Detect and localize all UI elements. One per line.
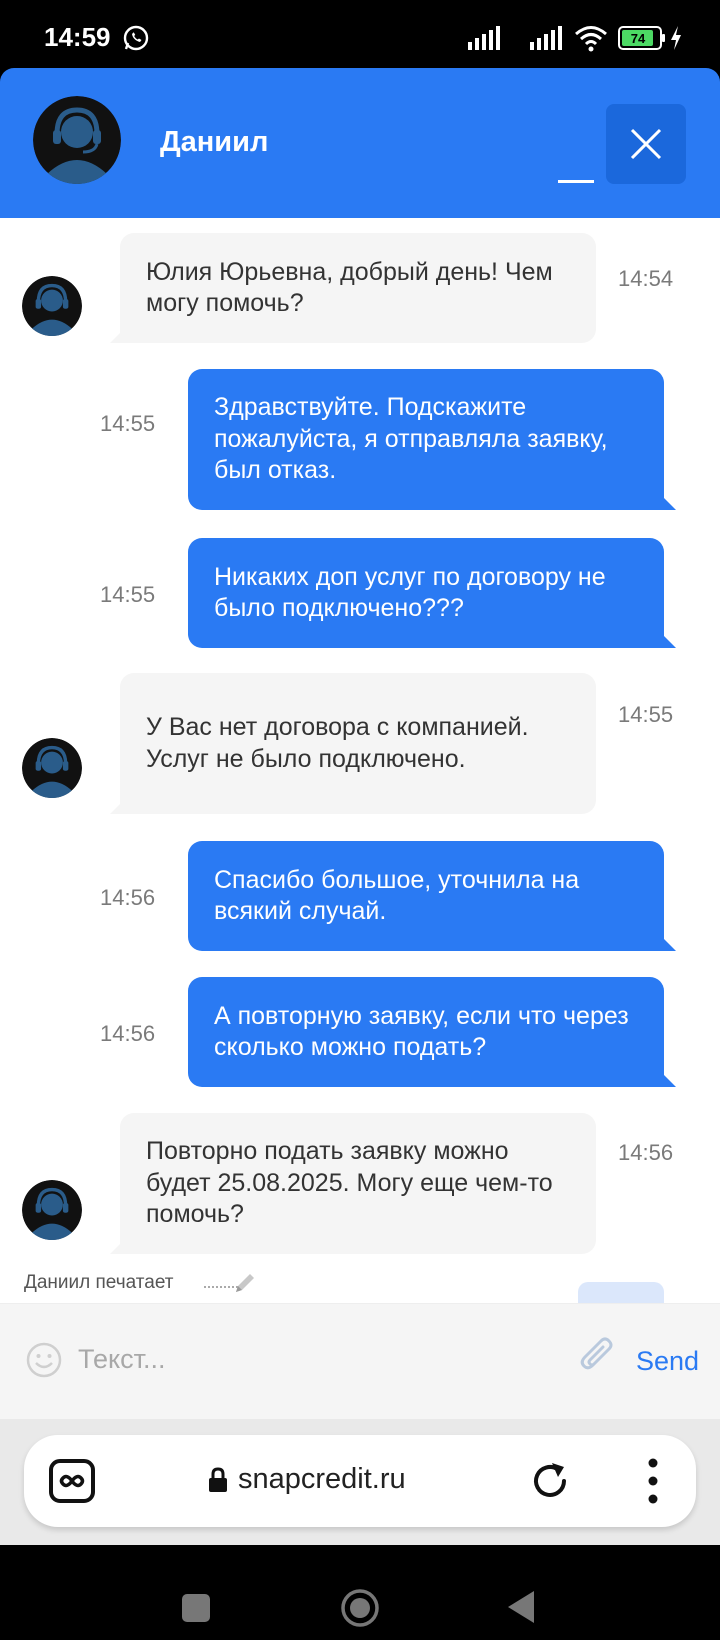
pencil-icon xyxy=(236,1274,254,1292)
chat-messages[interactable]: Юлия Юрьевна, добрый день! Чем могу помо… xyxy=(0,218,720,1303)
wifi-icon xyxy=(575,26,607,52)
minimize-button[interactable] xyxy=(548,172,596,192)
agent-avatar-small xyxy=(22,1180,82,1240)
signal-icon xyxy=(468,26,500,50)
message-input[interactable] xyxy=(78,1332,568,1386)
close-icon xyxy=(630,128,662,160)
battery-icon: 74 xyxy=(618,26,665,50)
typing-indicator: Даниил печатает xyxy=(24,1272,174,1293)
status-bar: 14:59 74 xyxy=(0,0,720,68)
message-text: У Вас нет договора с компанией. Услуг не… xyxy=(146,713,529,773)
message-text: Спасибо большое, уточнила на всякий случ… xyxy=(214,865,580,926)
reload-icon[interactable] xyxy=(528,1459,572,1503)
user-message: Здравствуйте. Подскажите пожалуйста, я о… xyxy=(188,369,676,510)
message-text: Никаких доп услуг по договору не было по… xyxy=(214,562,606,623)
lock-icon xyxy=(209,1467,227,1492)
agent-message: Повторно подать заявку можно будет 25.08… xyxy=(110,1113,596,1254)
charging-icon xyxy=(671,26,681,50)
message-text: А повторную заявку, если что через сколь… xyxy=(214,1001,629,1062)
user-message: А повторную заявку, если что через сколь… xyxy=(188,977,676,1087)
partial-message-bubble xyxy=(578,1282,664,1303)
message-time: 14:56 xyxy=(100,885,156,910)
whatsapp-icon xyxy=(123,25,149,51)
signal-icon xyxy=(530,26,562,50)
send-button[interactable]: Send xyxy=(636,1346,699,1377)
navigation-bar xyxy=(0,1545,720,1640)
message-text: Здравствуйте. Подскажите пожалуйста, я о… xyxy=(214,393,608,485)
recents-button[interactable] xyxy=(182,1594,210,1622)
message-time: 14:56 xyxy=(100,1021,156,1046)
close-button[interactable] xyxy=(606,104,686,184)
url-text[interactable]: snapcredit.ru xyxy=(238,1463,406,1496)
emoji-icon[interactable] xyxy=(26,1342,62,1378)
agent-message: У Вас нет договора с компанией. Услуг не… xyxy=(110,673,596,814)
agent-avatar-small xyxy=(22,738,82,798)
message-text: Повторно подать заявку можно будет 25.08… xyxy=(146,1137,553,1229)
message-time: 14:55 xyxy=(618,702,674,727)
message-text: Юлия Юрьевна, добрый день! Чем могу помо… xyxy=(146,257,553,318)
agent-name: Даниил xyxy=(160,126,269,158)
paperclip-icon[interactable] xyxy=(578,1336,618,1378)
user-message: Спасибо большое, уточнила на всякий случ… xyxy=(188,841,676,951)
browser-bar: snapcredit.ru xyxy=(0,1419,720,1545)
message-time: 14:54 xyxy=(618,266,674,291)
user-message: Никаких доп услуг по договору не было по… xyxy=(188,538,676,648)
agent-avatar-small xyxy=(22,276,82,336)
message-time: 14:56 xyxy=(618,1140,674,1165)
message-time: 14:55 xyxy=(100,411,156,436)
chat-header: Даниил xyxy=(0,68,720,218)
more-vert-icon[interactable] xyxy=(648,1457,658,1505)
message-composer: Send xyxy=(0,1303,720,1419)
home-button[interactable] xyxy=(340,1588,380,1628)
agent-message: Юлия Юрьевна, добрый день! Чем могу помо… xyxy=(110,233,596,343)
status-time: 14:59 xyxy=(44,22,111,52)
agent-avatar xyxy=(33,96,121,184)
url-bar[interactable]: snapcredit.ru xyxy=(24,1435,696,1527)
back-button[interactable] xyxy=(506,1589,536,1625)
battery-level: 74 xyxy=(631,31,646,46)
message-time: 14:55 xyxy=(100,582,156,607)
tabs-icon[interactable] xyxy=(48,1458,96,1504)
